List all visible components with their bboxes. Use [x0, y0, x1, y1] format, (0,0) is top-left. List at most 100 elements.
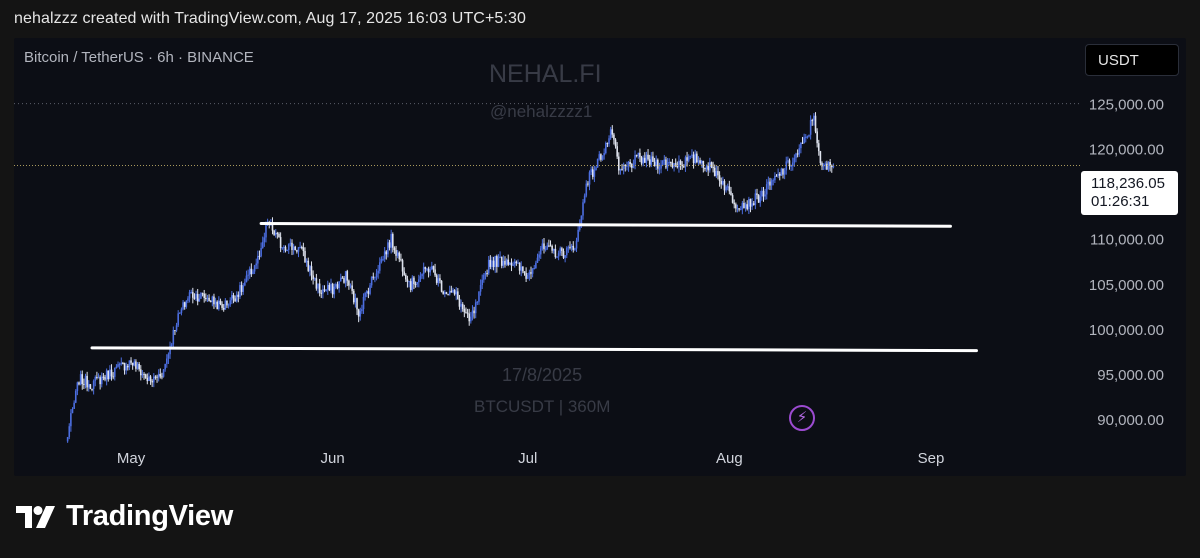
candle-body: [767, 181, 770, 185]
last-price-label: 118,236.05 01:26:31: [1081, 171, 1178, 215]
candle-body: [352, 290, 355, 303]
candle-body: [522, 266, 524, 272]
candle-body: [422, 267, 425, 275]
candle-body: [94, 377, 97, 381]
candle-body: [304, 250, 306, 263]
candle-body: [668, 161, 670, 163]
candle-body: [307, 260, 310, 271]
candle-body: [448, 290, 451, 295]
candle-body: [167, 354, 170, 359]
candle-body: [468, 313, 471, 322]
candle-body: [465, 312, 467, 314]
candle-body: [463, 308, 466, 313]
candle-body: [361, 309, 363, 312]
candle-body: [505, 259, 508, 265]
candle-body: [183, 302, 186, 307]
candle-body: [351, 285, 353, 291]
candle-body: [252, 271, 254, 275]
candle-body: [315, 278, 318, 289]
candle-body: [68, 426, 71, 437]
candle-body: [809, 120, 812, 135]
candle-body: [170, 344, 173, 347]
candle-body: [733, 202, 736, 205]
candle-body: [639, 152, 641, 158]
candle-body: [775, 175, 778, 177]
candle-body: [362, 296, 365, 310]
candle-body: [138, 363, 140, 370]
candle-body: [112, 376, 114, 378]
candle-body: [122, 362, 124, 364]
candle-body: [435, 275, 438, 283]
candle-body: [559, 248, 562, 254]
candle-body: [617, 156, 620, 171]
candle-body: [652, 156, 654, 162]
candle-body: [543, 243, 545, 250]
candle-body: [777, 173, 779, 176]
chart-panel[interactable]: 130,000.00125,000.00120,000.00110,000.00…: [14, 38, 1186, 476]
candle-body: [670, 161, 672, 163]
candle-body: [513, 261, 516, 265]
candle-body: [113, 367, 116, 377]
candle-body: [214, 301, 217, 305]
lightning-icon[interactable]: ⚡: [789, 405, 815, 431]
currency-button[interactable]: USDT: [1085, 44, 1179, 76]
candle-body: [752, 203, 755, 205]
candle-body: [502, 260, 505, 266]
candle-body: [535, 262, 537, 269]
candle-body: [326, 284, 329, 290]
bar-countdown: 01:26:31: [1091, 193, 1150, 210]
candle-body: [323, 289, 326, 291]
candle-body: [471, 310, 474, 317]
candle-body: [686, 157, 688, 161]
y-tick-label: 100,000.00: [1089, 322, 1164, 339]
candle-body: [666, 162, 669, 168]
candle-body: [743, 202, 745, 209]
candle-body: [244, 282, 246, 286]
candle-body: [491, 260, 493, 267]
symbol-title[interactable]: Bitcoin / TetherUS · 6h · BINANCE: [24, 49, 254, 66]
candle-body: [798, 148, 801, 155]
candle-body: [180, 309, 183, 313]
candle-body: [674, 163, 677, 165]
candle-body: [242, 285, 245, 292]
watermark-symbol: BTCUSDT | 360M: [474, 397, 611, 416]
candle-body: [717, 170, 719, 176]
candle-body: [715, 170, 718, 177]
candle-body: [162, 369, 165, 377]
candle-body: [400, 259, 402, 261]
candle-body: [663, 159, 666, 161]
candle-body: [414, 283, 417, 285]
y-tick-label: 105,000.00: [1089, 277, 1164, 294]
candle-body: [104, 377, 106, 380]
candle-body: [305, 260, 308, 263]
candle-body: [325, 289, 327, 291]
candle-body: [601, 155, 604, 160]
candle-body: [117, 364, 119, 367]
candle-body: [710, 162, 713, 167]
x-tick-label: Jul: [518, 450, 537, 467]
candle-body: [83, 383, 85, 385]
candle-body: [156, 376, 158, 378]
candle-body: [278, 233, 280, 238]
candle-body: [96, 377, 98, 379]
candle-body: [208, 297, 210, 302]
candle-body: [458, 298, 461, 307]
candle-body: [205, 297, 207, 300]
candle-body: [370, 276, 373, 286]
candle-body: [572, 245, 575, 250]
candle-body: [754, 193, 757, 205]
candle-body: [338, 281, 340, 289]
candle-body: [395, 250, 397, 256]
candle-body: [499, 256, 501, 258]
candle-body: [759, 196, 762, 203]
tradingview-logo[interactable]: TradingView: [16, 500, 233, 533]
candle-body: [356, 298, 358, 310]
y-tick-label: 95,000.00: [1097, 367, 1164, 384]
candle-body: [86, 375, 88, 388]
candle-body: [575, 240, 578, 249]
candle-body: [567, 247, 570, 249]
candle-body: [364, 292, 366, 297]
candle-body: [235, 294, 238, 302]
candle-body: [811, 120, 814, 122]
candle-body: [219, 300, 222, 305]
